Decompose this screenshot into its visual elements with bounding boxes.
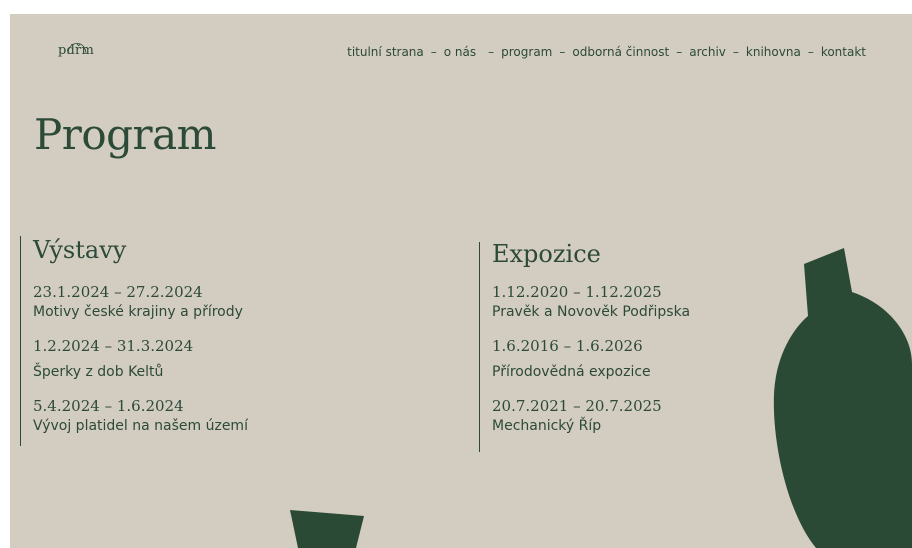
entry-date: 1.6.2016 – 1.6.2026	[492, 337, 643, 355]
list-item[interactable]: 1.12.2020 – 1.12.2025 Pravěk a Novověk P…	[492, 282, 690, 322]
list-item[interactable]: 23.1.2024 – 27.2.2024 Motivy české kraji…	[33, 282, 248, 322]
list-item[interactable]: 1.2.2024 – 31.3.2024 Šperky z dob Keltů	[33, 336, 248, 382]
nav-separator: –	[488, 45, 495, 59]
nav-separator: –	[559, 45, 566, 59]
list-item[interactable]: 20.7.2021 – 20.7.2025 Mechanický Říp	[492, 396, 690, 436]
nav-item-program[interactable]: program	[501, 45, 552, 59]
nav-separator: –	[732, 45, 739, 59]
entry-name[interactable]: Mechanický Říp	[492, 416, 690, 436]
logo-text: pdřm	[58, 43, 94, 58]
nav-separator: –	[430, 45, 437, 59]
entry-name[interactable]: Šperky z dob Keltů	[33, 362, 248, 382]
list-item[interactable]: 5.4.2024 – 1.6.2024 Vývoj platidel na na…	[33, 396, 248, 436]
entry-name[interactable]: Přírodovědná expozice	[492, 362, 690, 382]
entry-date: 1.2.2024 – 31.3.2024	[33, 337, 194, 355]
entry-name[interactable]: Motivy české krajiny a přírody	[33, 302, 248, 322]
nav-item-archiv[interactable]: archiv	[689, 45, 726, 59]
page-title: Program	[34, 110, 216, 159]
entry-name[interactable]: Pravěk a Novověk Podřipska	[492, 302, 690, 322]
page: pdřm titulní strana – o nás – program – …	[10, 14, 912, 548]
entry-date: 1.12.2020 – 1.12.2025	[492, 283, 662, 301]
vystavy-heading: Výstavy	[33, 236, 127, 264]
nav-separator: –	[807, 45, 814, 59]
nav-separator: –	[676, 45, 683, 59]
logo[interactable]: pdřm	[56, 32, 100, 62]
main-nav: titulní strana – o nás – program – odbor…	[347, 45, 866, 59]
vystavy-column: Výstavy 23.1.2024 – 27.2.2024 Motivy čes…	[20, 236, 248, 446]
entry-date: 5.4.2024 – 1.6.2024	[33, 397, 184, 415]
expozice-column: Expozice 1.12.2020 – 1.12.2025 Pravěk a …	[479, 242, 690, 452]
entry-name[interactable]: Vývoj platidel na našem území	[33, 416, 248, 436]
nav-item-titulni-strana[interactable]: titulní strana	[347, 45, 424, 59]
expozice-heading: Expozice	[492, 240, 601, 268]
entry-date: 20.7.2021 – 20.7.2025	[492, 397, 662, 415]
decorative-bottom-shape	[290, 510, 364, 548]
nav-item-odborna-cinnost[interactable]: odborná činnost	[572, 45, 669, 59]
nav-item-knihovna[interactable]: knihovna	[746, 45, 801, 59]
list-item[interactable]: 1.6.2016 – 1.6.2026 Přírodovědná expozic…	[492, 336, 690, 382]
decorative-vase-shape	[773, 248, 912, 548]
nav-item-kontakt[interactable]: kontakt	[821, 45, 866, 59]
entry-date: 23.1.2024 – 27.2.2024	[33, 283, 203, 301]
nav-item-o-nas[interactable]: o nás	[444, 45, 476, 59]
